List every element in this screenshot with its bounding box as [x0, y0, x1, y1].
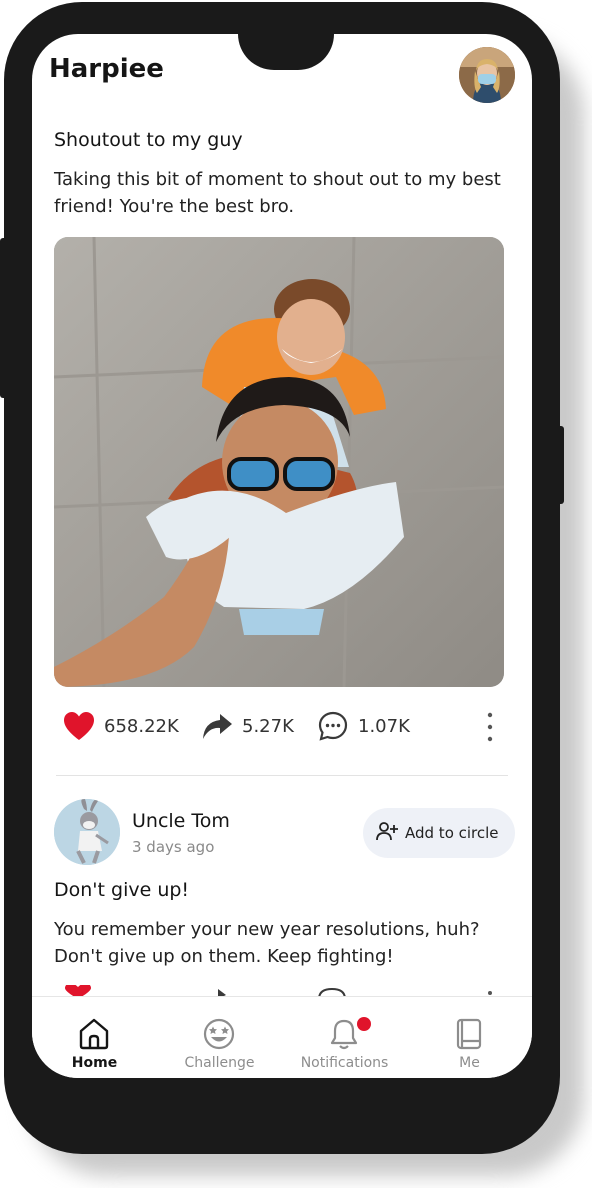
tab-label: Me — [459, 1055, 480, 1071]
profile-avatar[interactable] — [459, 47, 515, 103]
post-stats-bar: 658.22K 5.27K 1.07K — [32, 706, 532, 746]
more-vertical-icon[interactable] — [480, 710, 500, 744]
comment-button[interactable]: 1.07K — [316, 706, 410, 746]
app-title: Harpiee — [49, 54, 164, 84]
post-body: Taking this bit of moment to shout out t… — [54, 169, 501, 217]
author-name: Uncle Tom — [132, 810, 230, 832]
tab-label: Challenge — [184, 1055, 255, 1071]
post-divider — [56, 775, 508, 776]
tab-challenge[interactable]: Challenge — [157, 997, 282, 1078]
post-timestamp: 3 days ago — [132, 838, 215, 856]
author-avatar[interactable] — [54, 799, 120, 865]
share-button[interactable]: 5.27K — [200, 706, 294, 746]
post-body: You remember your new year resolutions, … — [54, 919, 480, 967]
tab-label: Notifications — [300, 1055, 389, 1071]
add-to-circle-label: Add to circle — [405, 824, 499, 842]
bottom-tab-bar: Home Challenge Notifications Me — [32, 996, 532, 1078]
bell-icon — [327, 1017, 361, 1051]
like-count: 658.22K — [104, 715, 179, 737]
add-to-circle-button[interactable]: Add to circle — [363, 808, 515, 858]
tab-notifications[interactable]: Notifications — [282, 997, 407, 1078]
add-user-icon — [375, 819, 399, 847]
home-icon — [77, 1017, 111, 1051]
comment-count: 1.07K — [358, 715, 410, 737]
tab-label: Home — [71, 1055, 118, 1071]
notification-badge — [357, 1017, 371, 1031]
like-button[interactable]: 658.22K — [62, 706, 179, 746]
heart-icon — [62, 709, 96, 743]
post-title: Shoutout to my guy — [54, 129, 243, 151]
share-arrow-icon — [200, 709, 234, 743]
app-screen: Harpiee Shoutout to my guy Taking this b… — [32, 34, 532, 1078]
star-eyes-face-icon — [202, 1017, 236, 1051]
camera-notch — [238, 34, 334, 70]
post-title: Don't give up! — [54, 879, 190, 901]
tab-home[interactable]: Home — [32, 997, 157, 1078]
tab-me[interactable]: Me — [407, 997, 532, 1078]
notebook-icon — [452, 1017, 486, 1051]
share-count: 5.27K — [242, 715, 294, 737]
comment-bubble-icon — [316, 709, 350, 743]
post-photo[interactable] — [54, 237, 504, 687]
